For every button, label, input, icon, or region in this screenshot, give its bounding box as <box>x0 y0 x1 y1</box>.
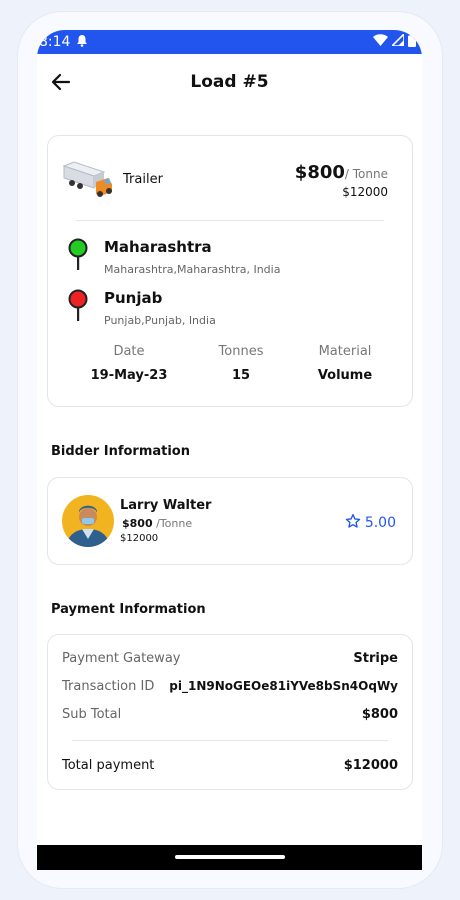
vehicle-type: Trailer <box>123 172 163 187</box>
app-screen: 8:14 Load #5 Trailer $800/ Tonne $12000 … <box>37 30 422 870</box>
stat-value: 15 <box>231 368 251 383</box>
destination-name: Punjab <box>104 289 163 307</box>
origin-name: Maharashtra <box>104 238 212 256</box>
payment-label: Transaction ID <box>62 679 155 694</box>
payment-label: Payment Gateway <box>62 651 181 666</box>
payment-label: Sub Total <box>62 707 122 722</box>
origin-pin-icon <box>68 238 88 272</box>
bidder-total: $12000 <box>120 533 159 544</box>
payment-row-gateway: Payment Gateway Stripe <box>62 651 398 666</box>
bidder-card[interactable]: Larry Walter $800 /Tonne $12000 5.00 <box>47 477 413 565</box>
stat-label: Material <box>318 344 372 359</box>
status-time: 8:14 <box>39 34 71 50</box>
bidder-price-value: $800 <box>122 517 153 530</box>
payment-value: Stripe <box>353 651 398 666</box>
page-title: Load #5 <box>190 72 269 92</box>
payment-row-total: Total payment $12000 <box>62 758 398 773</box>
payment-card: Payment Gateway Stripe Transaction ID pi… <box>47 634 413 790</box>
home-indicator[interactable] <box>175 855 285 859</box>
stat-label: Date <box>113 344 145 359</box>
avatar <box>62 495 114 547</box>
stat-material: Material Volume <box>290 344 400 383</box>
price-per-tonne: $800 <box>294 162 345 183</box>
stat-value: Volume <box>317 368 373 383</box>
price-unit: / Tonne <box>344 167 388 181</box>
destination-address: Punjab,Punjab, India <box>104 314 216 327</box>
cellular-signal-icon <box>390 32 405 50</box>
payment-section-heading: Payment Information <box>51 602 206 617</box>
destination-pin-icon <box>68 289 88 323</box>
stat-tonnes: Tonnes 15 <box>186 344 296 383</box>
bidder-price-unit: /Tonne <box>156 517 193 530</box>
divider <box>72 740 388 741</box>
stat-label: Tonnes <box>218 344 264 359</box>
bidder-price: $800 /Tonne <box>122 517 192 530</box>
bidder-section-heading: Bidder Information <box>51 444 190 459</box>
system-nav-bar <box>37 845 422 870</box>
bidder-rating: 5.00 <box>345 513 396 533</box>
payment-value: $800 <box>361 707 398 722</box>
wifi-icon <box>373 34 388 50</box>
stat-value: 19-May-23 <box>90 368 168 383</box>
payment-row-subtotal: Sub Total $800 <box>62 707 398 722</box>
load-details-card: Trailer $800/ Tonne $12000 Maharashtra M… <box>47 135 413 407</box>
stat-date: Date 19-May-23 <box>74 344 184 383</box>
battery-icon <box>408 33 416 51</box>
total-payment-label: Total payment <box>62 758 155 773</box>
bidder-name: Larry Walter <box>120 498 212 513</box>
truck-icon <box>60 160 114 200</box>
total-payment-value: $12000 <box>343 758 398 773</box>
app-header: Load #5 <box>37 70 422 96</box>
load-price: $800/ Tonne $12000 <box>295 162 388 199</box>
divider <box>76 220 384 221</box>
rating-value: 5.00 <box>364 515 396 531</box>
notification-bell-icon <box>76 34 88 51</box>
origin-address: Maharashtra,Maharashtra, India <box>104 263 281 276</box>
price-total: $12000 <box>342 185 388 199</box>
star-icon <box>345 513 361 533</box>
status-bar: 8:14 <box>37 30 422 54</box>
payment-value: pi_1N9NoGEOe81iYVe8bSn4OqWy <box>169 679 398 693</box>
payment-row-transaction: Transaction ID pi_1N9NoGEOe81iYVe8bSn4Oq… <box>62 679 398 694</box>
